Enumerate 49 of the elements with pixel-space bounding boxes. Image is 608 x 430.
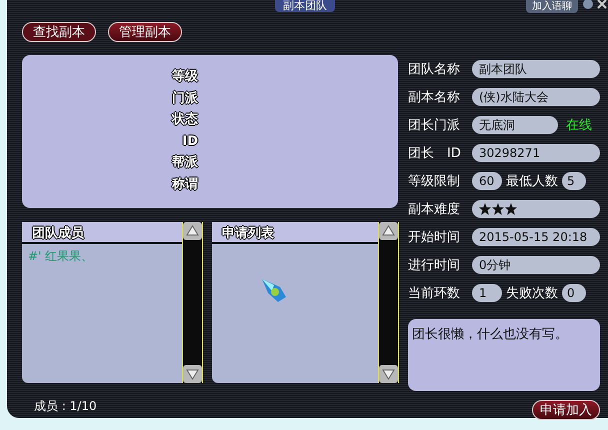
field-label: 团长 ID [408, 145, 462, 162]
field-value: 30298271 [472, 144, 600, 162]
field-label: 团队名称 [408, 61, 461, 78]
field-label: 进行时间 [408, 257, 461, 274]
star-icon [479, 203, 491, 215]
field-label: 失败次数 [506, 285, 558, 302]
field-label: 团长门派 [408, 117, 461, 134]
member-count: 成员 : 1/10 [34, 398, 98, 415]
voice-chat-button[interactable]: 加入语聊 [526, 0, 578, 13]
info-label: ID [182, 132, 198, 150]
window-title: 副本团队 [275, 0, 335, 12]
scroll-up-icon[interactable] [183, 222, 202, 240]
field-label: 副本难度 [408, 201, 461, 218]
info-label: 称谓 [172, 176, 198, 194]
info-label: 帮派 [172, 154, 198, 172]
star-icon [505, 203, 517, 215]
field-value: 60 [472, 172, 502, 190]
scrollbar[interactable] [182, 222, 203, 383]
field-label: 副本名称 [408, 89, 461, 106]
info-label: 状态 [172, 111, 198, 129]
description-text: 团长很懒，什么也没有写。 [408, 319, 600, 391]
field-value: 无底洞 [472, 116, 558, 134]
scroll-down-icon[interactable] [379, 365, 398, 383]
field-value: (侠)水陆大会 [472, 88, 600, 106]
star-icon [492, 203, 504, 215]
field-label: 最低人数 [506, 173, 558, 190]
scrollbar[interactable] [378, 222, 399, 383]
panel-header: 申请列表 [212, 222, 378, 244]
apply-button[interactable]: 申请加入 [532, 400, 600, 420]
field-value: 0分钟 [472, 256, 600, 274]
field-label: 当前环数 [408, 285, 461, 302]
field-value: 2015-05-15 20:18 [472, 228, 600, 246]
scroll-down-icon[interactable] [183, 365, 202, 383]
field-value: 0 [562, 284, 586, 302]
field-value: 副本团队 [472, 60, 600, 78]
close-icon[interactable] [597, 0, 607, 10]
field-label: 等级限制 [408, 173, 461, 190]
info-label: 等级 [172, 68, 198, 86]
field-value: 1 [472, 284, 502, 302]
cursor-icon [260, 277, 288, 303]
status-text: 在线 [566, 117, 592, 134]
info-label: 门派 [172, 90, 198, 108]
field-value: 5 [562, 172, 586, 190]
field-label: 开始时间 [408, 229, 461, 246]
panel-header: 团队成员 [22, 222, 182, 244]
tab[interactable]: 查找副本 [22, 22, 96, 42]
round-button-icon[interactable] [582, 0, 594, 10]
scroll-up-icon[interactable] [379, 222, 398, 240]
tab[interactable]: 管理副本 [108, 22, 182, 42]
